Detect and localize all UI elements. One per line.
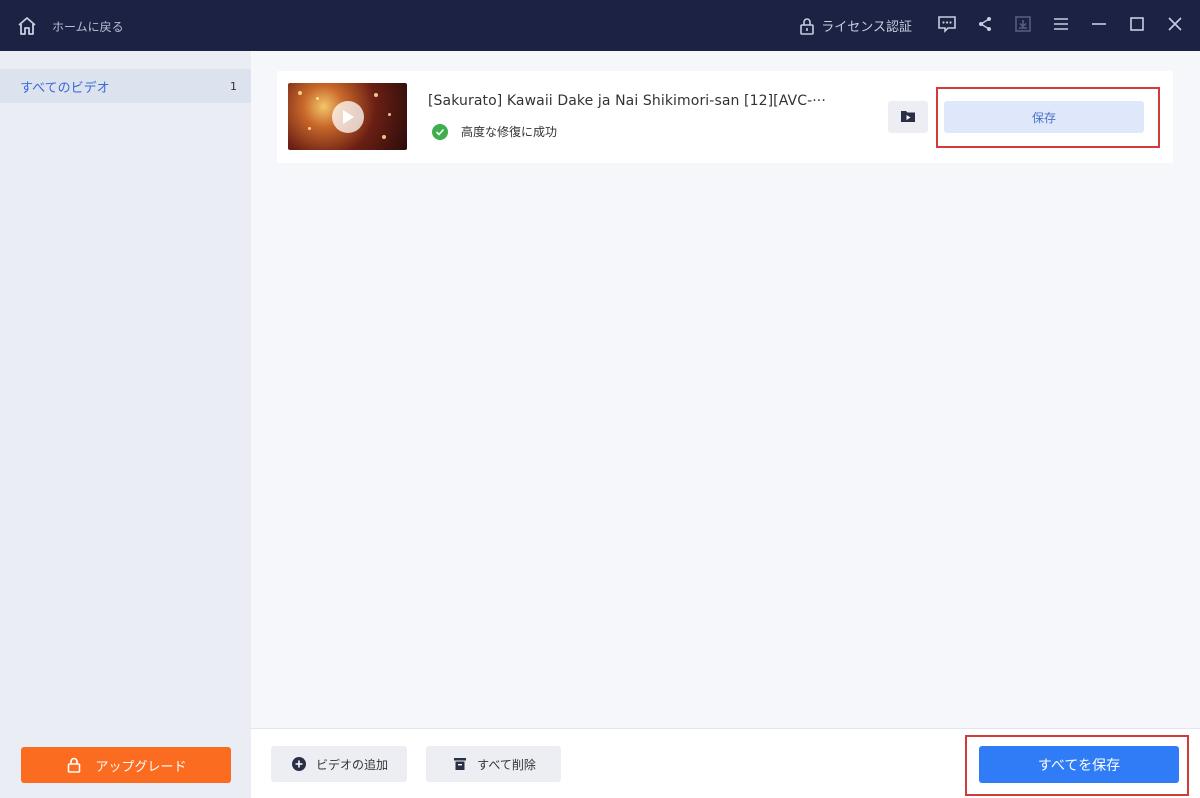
bottom-toolbar: ビデオの追加 すべて削除 すべてを保存 <box>251 728 1200 798</box>
delete-all-label: すべて削除 <box>477 757 536 772</box>
share-icon <box>977 16 993 36</box>
maximize-icon <box>1129 16 1145 36</box>
minimize-icon <box>1091 16 1107 36</box>
thumbnail-light <box>382 135 386 139</box>
menu-button[interactable] <box>1042 0 1080 51</box>
video-title: [Sakurato] Kawaii Dake ja Nai Shikimori-… <box>428 93 826 109</box>
title-bar: ホームに戻る ライセンス認証 <box>0 0 1200 51</box>
add-circle-icon <box>290 755 308 773</box>
home-icon <box>14 13 40 39</box>
download-icon <box>1014 15 1032 37</box>
thumbnail-light <box>308 127 311 130</box>
video-list: [Sakurato] Kawaii Dake ja Nai Shikimori-… <box>251 51 1200 728</box>
add-video-label: ビデオの追加 <box>315 757 388 772</box>
thumbnail-light <box>374 93 378 97</box>
delete-all-button[interactable]: すべて削除 <box>426 746 561 782</box>
video-card: [Sakurato] Kawaii Dake ja Nai Shikimori-… <box>277 71 1173 163</box>
check-circle-icon <box>432 123 448 140</box>
open-folder-button[interactable] <box>888 101 928 133</box>
save-all-button[interactable]: すべてを保存 <box>979 746 1179 783</box>
video-status: 高度な修復に成功 <box>432 123 557 140</box>
license-button[interactable]: ライセンス認証 <box>797 16 912 36</box>
minimize-button[interactable] <box>1080 0 1118 51</box>
sidebar-item-label: すべてのビデオ <box>20 80 110 96</box>
close-button[interactable] <box>1156 0 1194 51</box>
home-button[interactable]: ホームに戻る <box>14 12 124 40</box>
lock-icon <box>65 756 83 774</box>
video-thumbnail[interactable] <box>288 83 407 150</box>
menu-icon <box>1052 16 1070 35</box>
thumbnail-light <box>316 97 319 100</box>
feedback-button[interactable] <box>928 0 966 51</box>
lock-icon <box>797 16 817 36</box>
add-video-button[interactable]: ビデオの追加 <box>271 746 407 782</box>
share-button[interactable] <box>966 0 1004 51</box>
thumbnail-light <box>388 113 391 116</box>
sidebar-item-count: 1 <box>230 79 237 93</box>
maximize-button[interactable] <box>1118 0 1156 51</box>
close-icon <box>1167 16 1183 36</box>
license-label: ライセンス認証 <box>821 20 912 35</box>
play-icon <box>332 101 364 133</box>
feedback-icon <box>937 15 957 37</box>
upgrade-label: アップグレード <box>95 759 187 775</box>
trash-icon <box>451 755 469 773</box>
folder-play-icon <box>900 108 916 127</box>
status-text: 高度な修復に成功 <box>461 125 558 139</box>
download-button[interactable] <box>1004 0 1042 51</box>
save-button[interactable]: 保存 <box>944 101 1144 133</box>
sidebar-item-all-videos[interactable]: すべてのビデオ 1 <box>0 69 251 103</box>
upgrade-button[interactable]: アップグレード <box>21 747 231 783</box>
thumbnail-light <box>298 91 302 95</box>
sidebar: すべてのビデオ 1 アップグレード <box>0 51 251 798</box>
home-label: ホームに戻る <box>52 19 124 34</box>
